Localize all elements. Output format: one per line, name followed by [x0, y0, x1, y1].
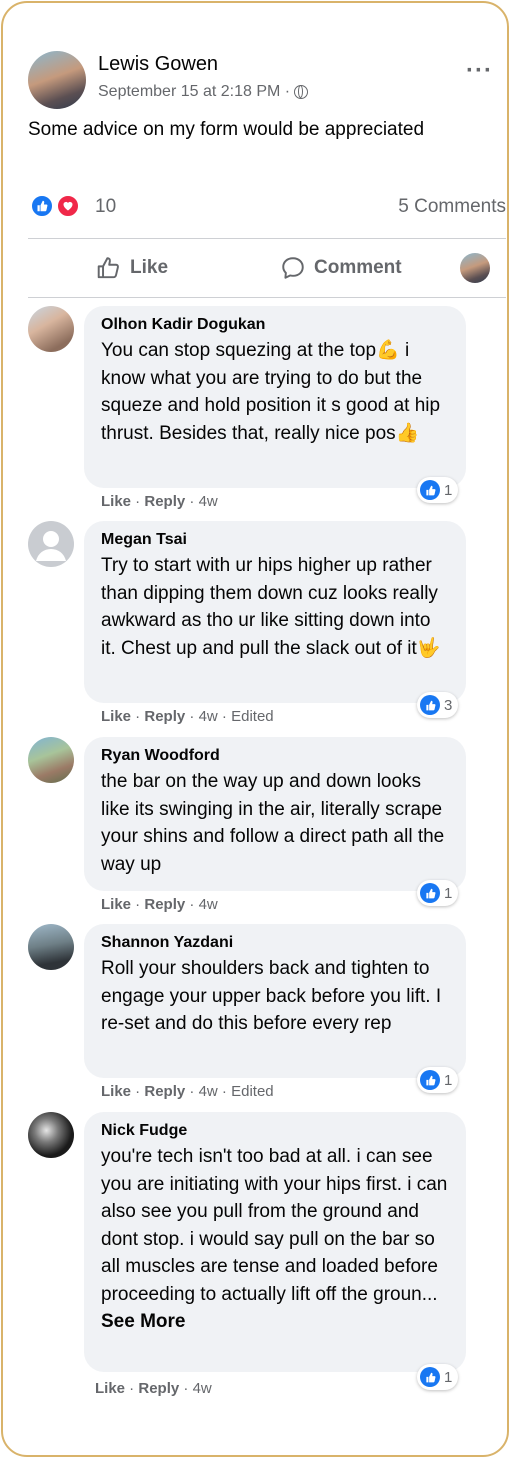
commenter-name[interactable]: Ryan Woodford [101, 747, 450, 765]
comment-actions: Like · Reply · 4w [101, 493, 218, 510]
comment-label: Comment [314, 257, 402, 278]
globe-icon [294, 85, 309, 99]
profile-selector-avatar[interactable] [460, 253, 490, 283]
post-text: Some advice on my form would be apprecia… [28, 119, 425, 140]
comments-count[interactable]: 5 Comments [398, 196, 506, 218]
commenter-avatar[interactable] [28, 924, 74, 970]
comment-time[interactable]: 4w [193, 1380, 212, 1397]
commenter-name[interactable]: Shannon Yazdani [101, 934, 450, 952]
edited-label: Edited [231, 708, 274, 725]
more-options-icon[interactable]: ··· [466, 59, 493, 83]
comment-actions: Like · Reply · 4w [101, 896, 218, 913]
default-avatar-icon [36, 531, 66, 561]
commenter-avatar[interactable] [28, 737, 74, 783]
comment-icon [282, 257, 304, 279]
like-icon [420, 695, 440, 715]
comment-bubble: Olhon Kadir Dogukan You can stop squezin… [84, 306, 466, 488]
commenter-avatar[interactable] [28, 521, 74, 567]
comment-bubble: Megan Tsai Try to start with ur hips hig… [84, 521, 466, 703]
reaction-count: 1 [444, 481, 453, 499]
comment-actions: Like · Reply · 4w · Edited [101, 1083, 274, 1100]
like-icon [420, 1070, 440, 1090]
comment-reply-button[interactable]: Reply [138, 1380, 179, 1397]
comment-text: you're tech isn't too bad at all. i can … [101, 1143, 450, 1336]
comment-reactions[interactable]: 1 [417, 1364, 459, 1390]
commenter-name[interactable]: Olhon Kadir Dogukan [101, 316, 450, 334]
divider [28, 238, 506, 239]
comment-bubble: Nick Fudge you're tech isn't too bad at … [84, 1112, 466, 1372]
reaction-count[interactable]: 10 [95, 196, 116, 218]
like-label: Like [130, 257, 169, 278]
comment-like-button[interactable]: Like [101, 493, 131, 510]
comment-reactions[interactable]: 1 [417, 1067, 459, 1093]
like-icon[interactable] [30, 194, 54, 218]
reaction-count: 3 [444, 696, 453, 714]
post-timestamp[interactable]: September 15 at 2:18 PM · [98, 83, 290, 101]
comment-actions: Like · Reply · 4w [95, 1380, 212, 1397]
thumbs-up-icon [97, 257, 119, 279]
like-button[interactable]: Like [96, 244, 168, 292]
comment-actions: Like · Reply · 4w · Edited [101, 708, 274, 725]
commenter-name[interactable]: Nick Fudge [101, 1122, 450, 1140]
comment-reply-button[interactable]: Reply [144, 1083, 185, 1100]
comment-time[interactable]: 4w [199, 1083, 218, 1100]
comment-button[interactable]: Comment [280, 244, 402, 292]
comment-reactions[interactable]: 3 [417, 692, 459, 718]
comment-text: Roll your shoulders back and tighten to … [101, 958, 442, 1034]
divider [28, 297, 506, 298]
edited-label: Edited [231, 1083, 274, 1100]
post-meta: September 15 at 2:18 PM · [98, 83, 309, 101]
comment-text: Try to start with ur hips higher up rath… [101, 555, 441, 659]
commenter-name[interactable]: Megan Tsai [101, 531, 450, 549]
action-bar: Like Comment [28, 244, 506, 292]
commenter-avatar[interactable] [28, 1112, 74, 1158]
commenter-avatar[interactable] [28, 306, 74, 352]
comment-bubble: Shannon Yazdani Roll your shoulders back… [84, 924, 466, 1078]
comment-time[interactable]: 4w [199, 493, 218, 510]
comment-time[interactable]: 4w [199, 708, 218, 725]
reaction-count: 1 [444, 1368, 453, 1386]
author-avatar[interactable] [28, 51, 86, 109]
comment-text-body: you're tech isn't too bad at all. i can … [101, 1146, 448, 1305]
author-name[interactable]: Lewis Gowen [98, 53, 218, 76]
like-icon [420, 1367, 440, 1387]
comment-reply-button[interactable]: Reply [144, 896, 185, 913]
comment-text: You can stop squezing at the top💪 i know… [101, 340, 441, 444]
comment-like-button[interactable]: Like [95, 1380, 125, 1397]
comment-reply-button[interactable]: Reply [144, 708, 185, 725]
comment-text: the bar on the way up and down looks lik… [101, 771, 445, 875]
comment-like-button[interactable]: Like [101, 708, 131, 725]
like-icon [420, 883, 440, 903]
reaction-count: 1 [444, 1071, 453, 1089]
comment-reactions[interactable]: 1 [417, 880, 459, 906]
love-icon[interactable] [56, 194, 80, 218]
comment-reactions[interactable]: 1 [417, 477, 459, 503]
comment-time[interactable]: 4w [199, 896, 218, 913]
like-icon [420, 480, 440, 500]
comment-bubble: Ryan Woodford the bar on the way up and … [84, 737, 466, 891]
comment-reply-button[interactable]: Reply [144, 493, 185, 510]
see-more-link[interactable]: See More [101, 1311, 185, 1332]
reaction-summary: 10 5 Comments [28, 192, 506, 222]
comment-like-button[interactable]: Like [101, 1083, 131, 1100]
comment-like-button[interactable]: Like [101, 896, 131, 913]
reaction-count: 1 [444, 884, 453, 902]
